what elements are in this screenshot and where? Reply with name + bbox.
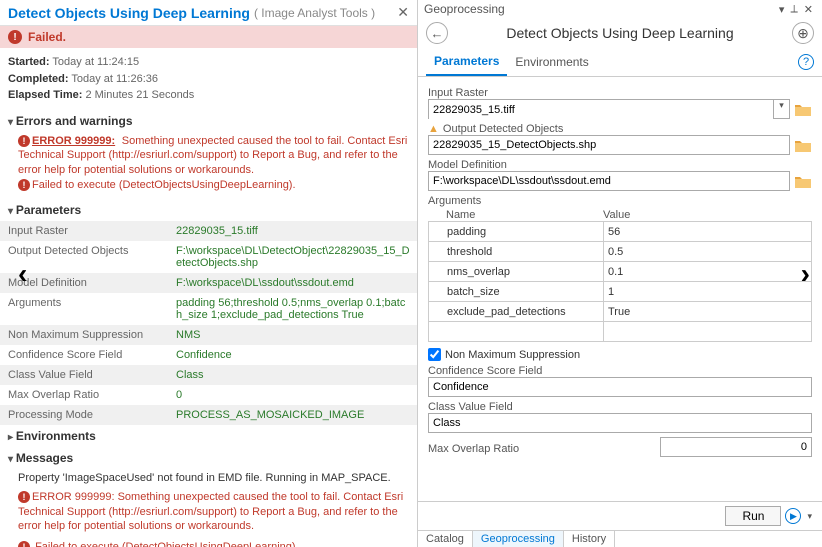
error-icon: ! [18,491,30,503]
arguments-label: Arguments [428,195,812,207]
table-row: Class Value FieldClass [0,365,417,385]
results-title: Detect Objects Using Deep Learning [8,5,250,21]
dropdown-icon[interactable]: ▾ [773,100,789,118]
tool-form: Input Raster ▾ ▲Output Detected Objects … [418,77,822,501]
table-row: Processing ModePROCESS_AS_MOSAICKED_IMAG… [0,405,417,425]
completed-label: Completed: [8,73,69,85]
back-button[interactable]: ← [426,22,448,44]
table-row[interactable]: padding56 [429,222,812,242]
output-label: ▲Output Detected Objects [428,123,812,135]
close-icon[interactable]: ✕ [801,3,816,16]
run-button[interactable]: Run [725,506,781,526]
class-value-field[interactable] [428,413,812,433]
error-icon: ! [18,179,30,191]
run-dropdown-icon[interactable]: ▾ [805,511,814,522]
environments-header[interactable]: Environments [0,425,417,447]
model-label: Model Definition [428,159,812,171]
tab-catalog[interactable]: Catalog [418,531,473,547]
tab-geoprocessing[interactable]: Geoprocessing [473,531,564,547]
geoprocessing-pane: › Geoprocessing ▾ ⟂ ✕ ← Detect Objects U… [418,0,822,547]
input-raster-field[interactable] [429,100,773,120]
completed-value: Today at 11:26:36 [71,73,158,85]
next-chevron[interactable]: › [801,258,810,290]
errors-warnings-header[interactable]: Errors and warnings [0,110,417,132]
status-bar: ! Failed. [0,26,417,48]
table-row: Max Overlap Ratio0 [0,385,417,405]
started-label: Started: [8,56,50,68]
started-value: Today at 11:24:15 [52,56,139,68]
arguments-table: padding56 threshold0.5 nms_overlap0.1 ba… [428,221,812,342]
table-row[interactable]: exclude_pad_detectionsTrue [429,302,812,322]
model-field[interactable] [428,171,790,191]
tool-footer: Run ▶ ▾ [418,501,822,530]
run-play-icon[interactable]: ▶ [785,508,801,524]
error-code-link[interactable]: ERROR 999999: [32,135,115,147]
table-row: Non Maximum SuppressionNMS [0,325,417,345]
arguments-columns: Name Value [428,209,812,221]
message-error: Failed to execute (DetectObjectsUsingDee… [35,541,299,547]
message-error: ERROR 999999: Something unexpected cause… [18,491,403,533]
table-row[interactable] [429,322,812,342]
output-field[interactable] [428,135,790,155]
pin-icon[interactable]: ⟂ [787,3,800,16]
max-overlap-label: Max Overlap Ratio [428,443,656,455]
elapsed-label: Elapsed Time: [8,89,82,101]
input-raster-label: Input Raster [428,87,812,99]
table-row[interactable]: batch_size1 [429,282,812,302]
close-icon[interactable]: ✕ [397,4,409,21]
browse-button[interactable] [794,173,812,189]
tab-environments[interactable]: Environments [507,49,596,75]
tool-toolbar: ← Detect Objects Using Deep Learning ⊕ [418,18,822,48]
confidence-field[interactable] [428,377,812,397]
errors-body: !ERROR 999999: Something unexpected caus… [0,132,417,199]
messages-header[interactable]: Messages [0,447,417,469]
confidence-label: Confidence Score Field [428,365,812,377]
table-row[interactable]: nms_overlap0.1 [429,262,812,282]
error-icon: ! [8,30,22,44]
class-value-label: Class Value Field [428,401,812,413]
help-icon[interactable]: ? [798,54,814,70]
error-text-2: Failed to execute (DetectObjectsUsingDee… [32,179,296,191]
run-meta: Started: Today at 11:24:15 Completed: To… [0,48,417,110]
tool-tabs: Parameters Environments ? [418,48,822,77]
tool-title: Detect Objects Using Deep Learning [448,25,792,41]
browse-button[interactable] [794,137,812,153]
status-text: Failed. [28,30,66,44]
dropdown-icon[interactable]: ▾ [776,3,788,16]
tab-parameters[interactable]: Parameters [426,48,507,76]
nms-checkbox[interactable] [428,348,441,361]
table-row: Output Detected ObjectsF:\workspace\DL\D… [0,241,417,273]
table-row: Argumentspadding 56;threshold 0.5;nms_ov… [0,293,417,325]
results-subtitle: ( Image Analyst Tools ) [254,6,375,20]
bottom-tabs: Catalog Geoprocessing History [418,530,822,547]
results-title-bar: Detect Objects Using Deep Learning ( Ima… [0,0,417,26]
max-overlap-field[interactable] [660,437,812,457]
nms-checkbox-row: Non Maximum Suppression [428,348,812,361]
table-row: Input Raster22829035_15.tiff [0,221,417,241]
tab-history[interactable]: History [564,531,615,547]
elapsed-value: 2 Minutes 21 Seconds [85,89,194,101]
results-pane: ‹ Detect Objects Using Deep Learning ( I… [0,0,418,547]
browse-button[interactable] [794,101,812,117]
warning-icon: ▲ [428,123,439,135]
parameters-table: Input Raster22829035_15.tiff Output Dete… [0,221,417,425]
nms-label: Non Maximum Suppression [445,349,580,361]
table-row: Model DefinitionF:\workspace\DL\ssdout\s… [0,273,417,293]
add-button[interactable]: ⊕ [792,22,814,44]
error-icon: ! [18,135,30,147]
pane-title: Geoprocessing [424,2,505,16]
pane-header: Geoprocessing ▾ ⟂ ✕ [418,0,822,18]
parameters-header[interactable]: Parameters [0,199,417,221]
table-row: Confidence Score FieldConfidence [0,345,417,365]
prev-chevron[interactable]: ‹ [18,258,27,290]
message-info: Property 'ImageSpaceUsed' not found in E… [18,471,409,486]
error-icon: ! [18,541,30,547]
table-row[interactable]: threshold0.5 [429,242,812,262]
messages-body: Property 'ImageSpaceUsed' not found in E… [0,469,417,547]
